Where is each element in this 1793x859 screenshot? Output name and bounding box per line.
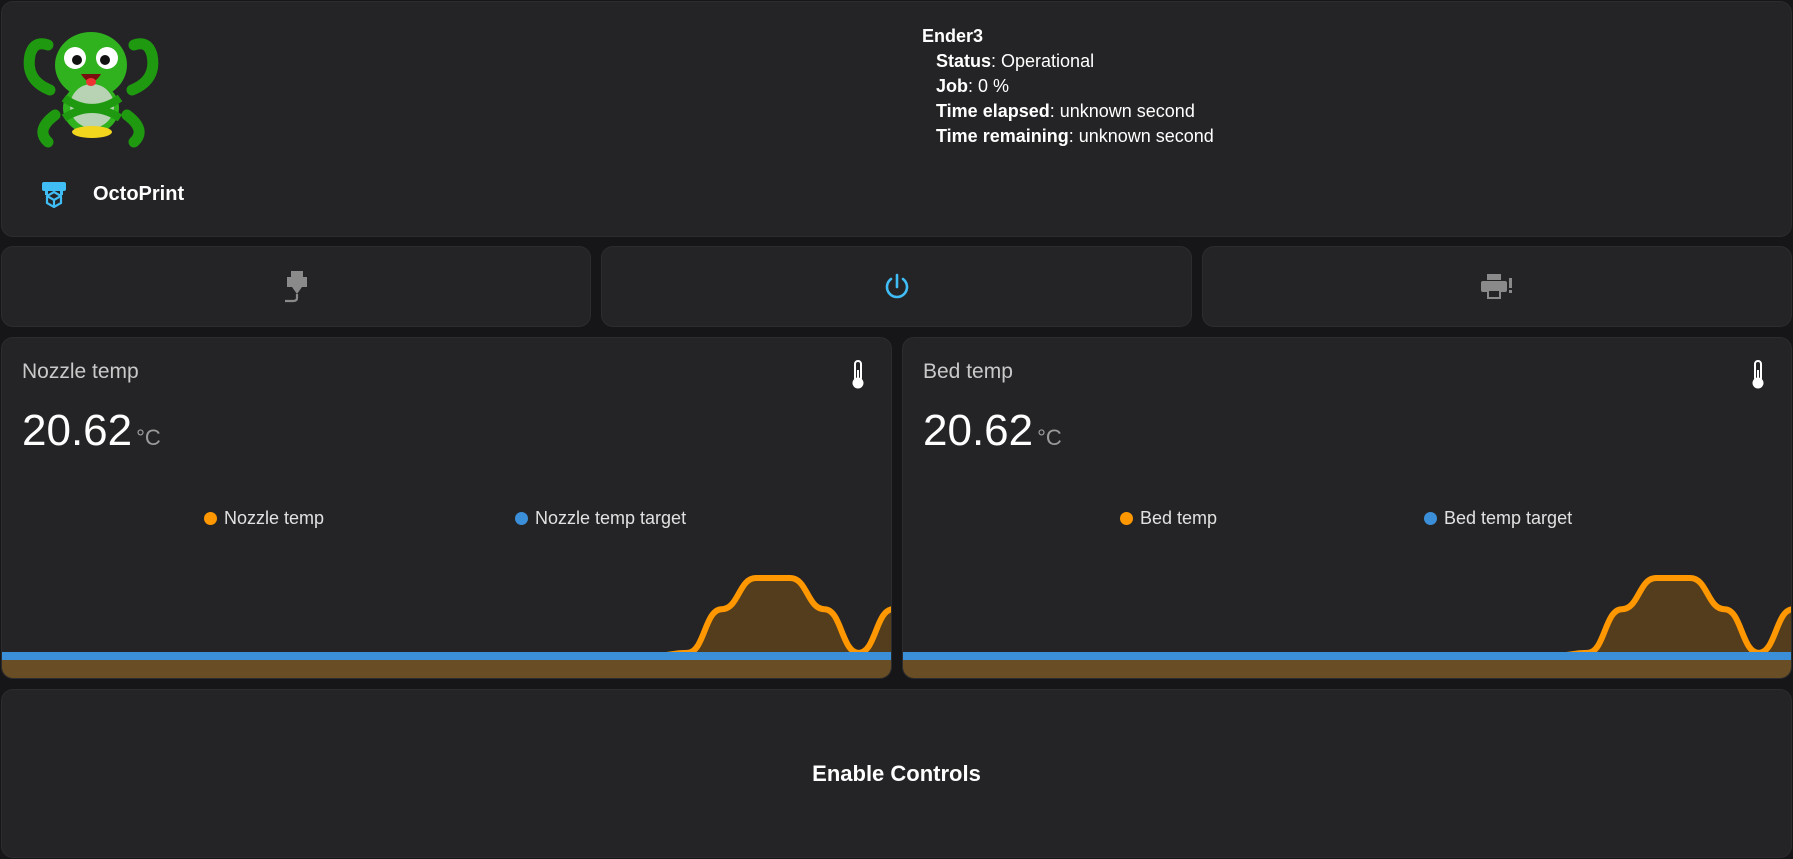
power-button[interactable] [601,246,1192,327]
job-value: : 0 % [968,76,1010,96]
job-label: Job [936,76,969,96]
legend-dot [1120,512,1133,525]
remaining-value: : unknown second [1068,126,1214,146]
extruder-icon [285,270,307,302]
nozzle-temp-title: Nozzle temp [22,360,139,383]
bed-temp-title: Bed temp [923,360,1013,383]
legend-bed-temp[interactable]: Bed temp [1120,508,1217,529]
printer-name: Ender3 [922,26,984,46]
legend-label: Nozzle temp [224,508,325,528]
legend-dot [1424,512,1437,525]
filament-button[interactable] [1,246,591,327]
enable-controls-button[interactable]: Enable Controls [1,689,1792,858]
legend-label: Nozzle temp target [535,508,687,528]
job-row: Job: 0 % [922,74,1214,99]
nozzle-temp-unit: °C [136,425,161,450]
elapsed-row: Time elapsed: unknown second [922,99,1214,124]
nozzle-temp-reading: 20.62 °C [22,406,161,456]
legend-label: Bed temp [1140,508,1218,528]
nozzle-temp-chart [2,575,891,678]
nozzle-temp-value: 20.62 [22,406,133,455]
legend-nozzle-temp[interactable]: Nozzle temp [204,508,324,529]
printer-info: Ender3 Status: Operational Job: 0 % Time… [922,24,1214,149]
octoprint-icon [42,182,66,208]
octoprint-logo [23,32,159,148]
bed-temp-value: 20.62 [923,406,1034,455]
legend-bed-temp-target[interactable]: Bed temp target [1424,508,1572,529]
temp-series-area [903,578,1791,678]
enable-controls-label: Enable Controls [812,760,981,786]
bed-temp-reading: 20.62 °C [923,406,1062,456]
power-icon [885,273,908,298]
nozzle-temp-card[interactable]: Nozzle temp 20.62 °C Nozzle temp Nozzle t… [1,337,892,679]
temp-series-area [2,578,891,678]
thermometer-icon [852,360,864,389]
legend-nozzle-temp-target[interactable]: Nozzle temp target [515,508,686,529]
thermometer-icon [1752,360,1764,389]
bed-temp-card[interactable]: Bed temp 20.62 °C Bed temp Bed temp targe… [902,337,1792,679]
elapsed-value: : unknown second [1049,101,1195,121]
legend-dot [515,512,528,525]
brand-label: OctoPrint [93,183,185,205]
printer-header-card: OctoPrint Ender3 Status: Operational Job… [1,1,1792,237]
status-value: : Operational [991,51,1095,71]
print-button[interactable] [1202,246,1792,327]
legend-dot [204,512,217,525]
printer-alert-icon [1481,273,1512,299]
bed-temp-unit: °C [1037,425,1062,450]
remaining-row: Time remaining: unknown second [922,124,1214,149]
status-label: Status [936,51,992,71]
status-row: Status: Operational [922,49,1214,74]
legend-label: Bed temp target [1444,508,1573,528]
bed-temp-chart [903,575,1791,678]
remaining-label: Time remaining [936,126,1069,146]
elapsed-label: Time elapsed [936,101,1050,121]
